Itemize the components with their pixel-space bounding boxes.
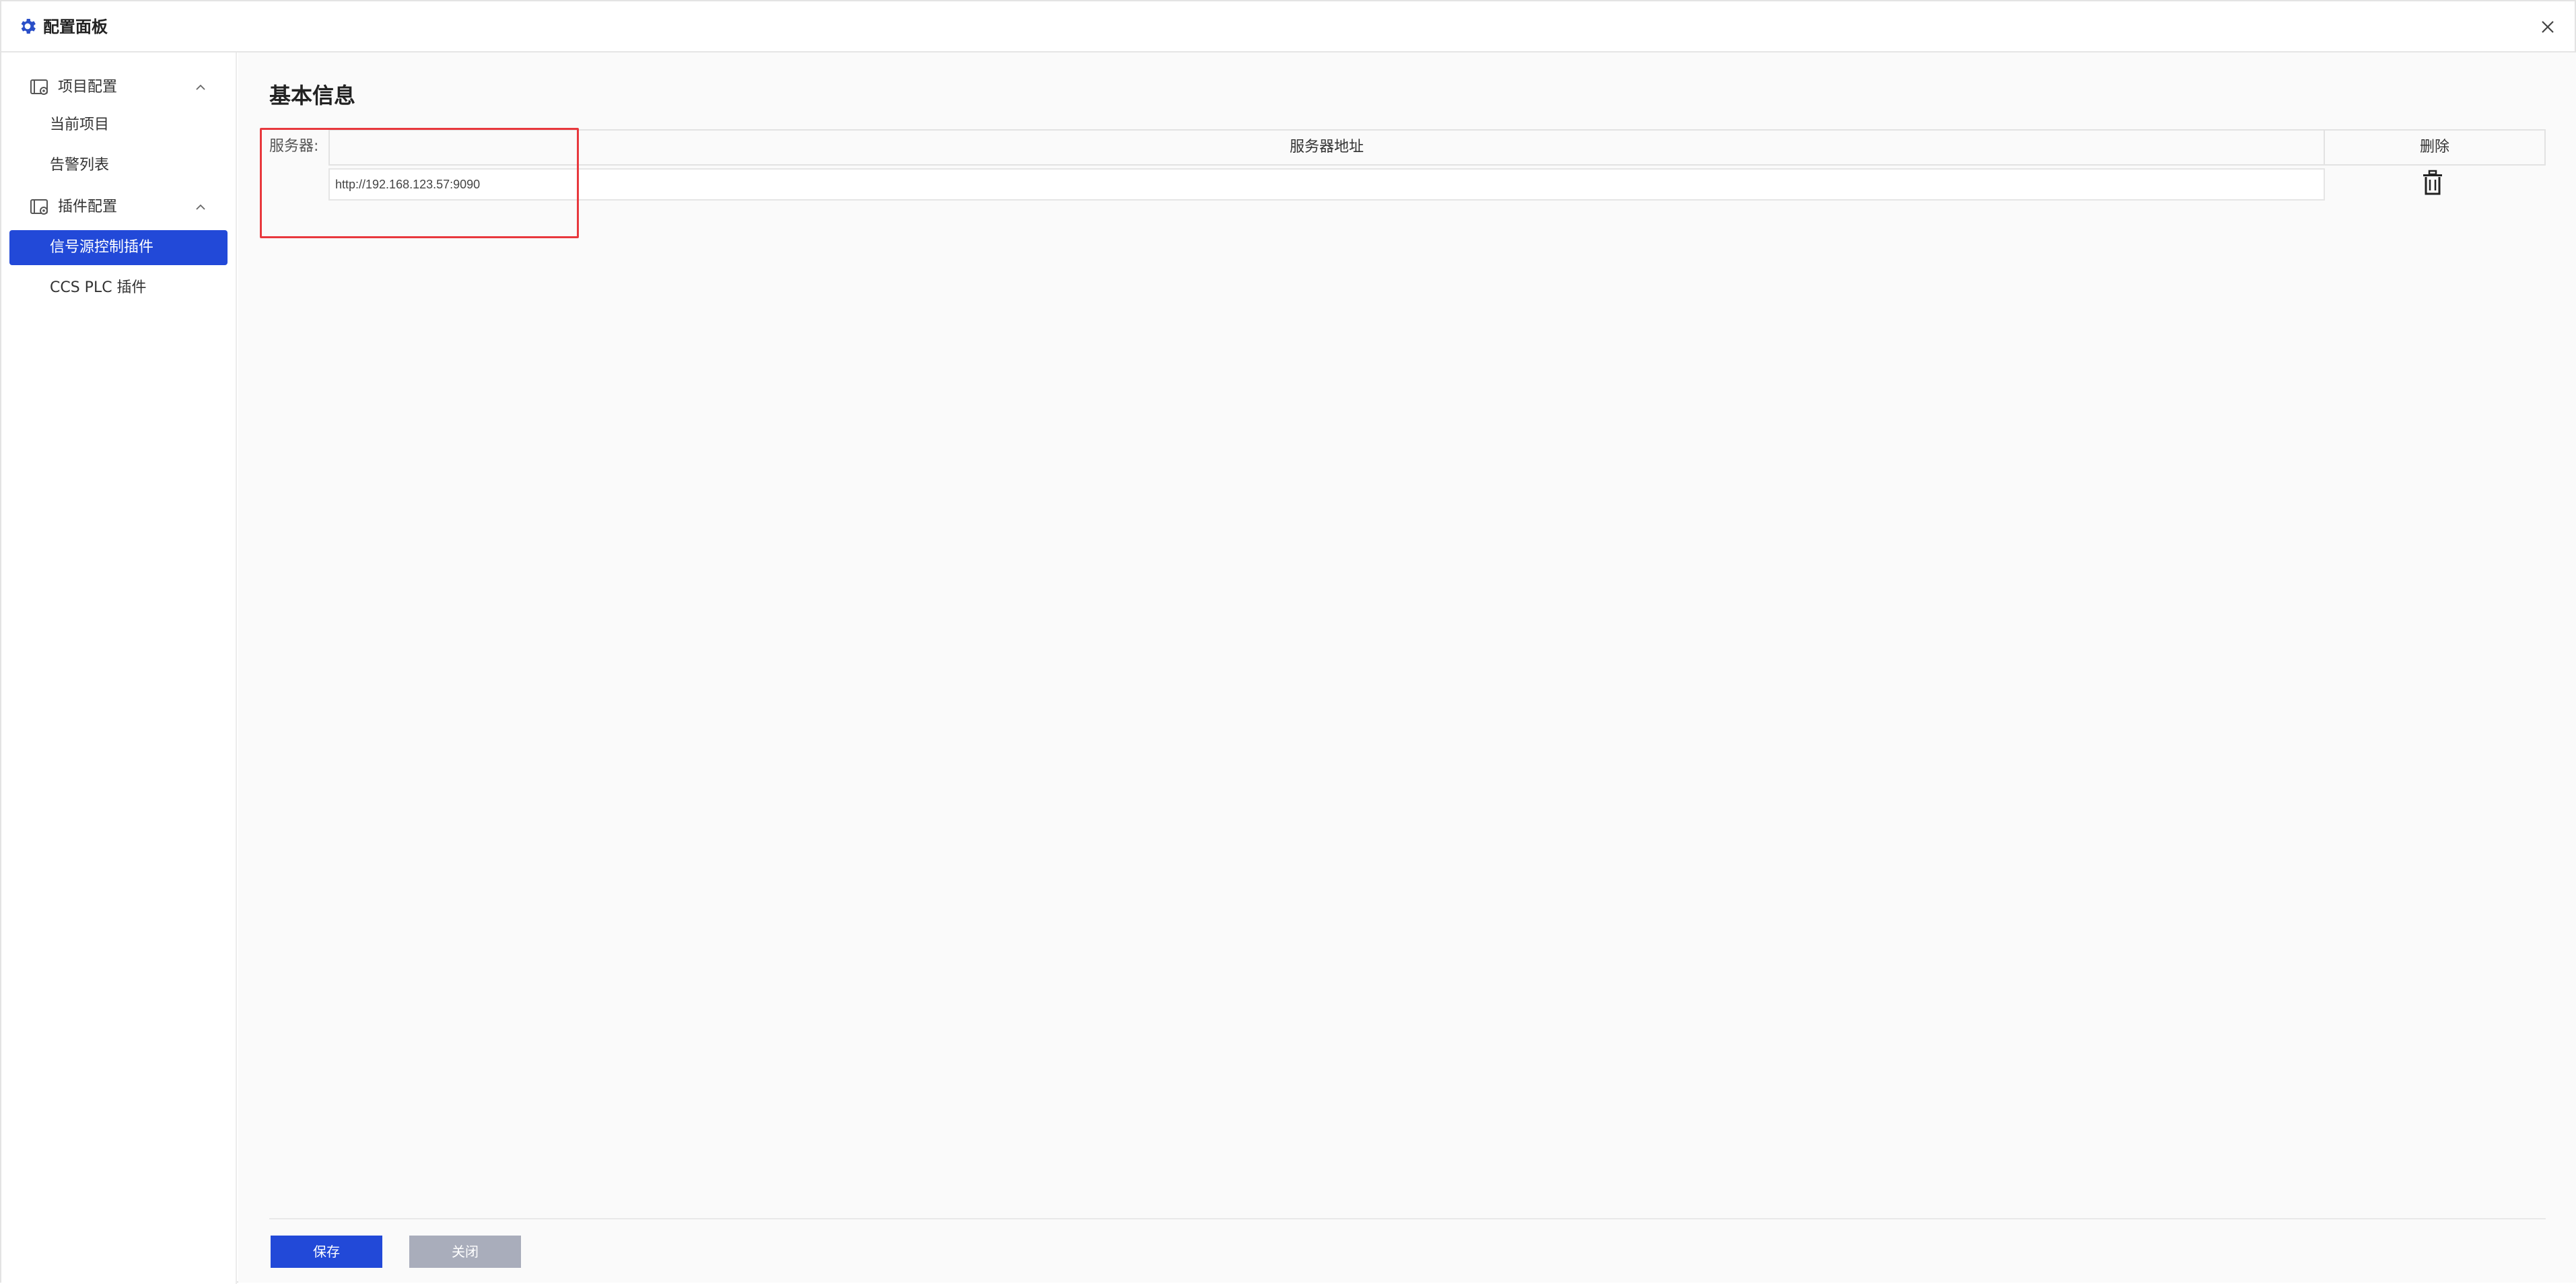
sidebar-group-plugin-config[interactable]: 插件配置 [1, 188, 237, 226]
save-button[interactable]: 保存 [271, 1236, 382, 1268]
column-header-server-address: 服务器地址 [330, 131, 2325, 164]
main-content: 基本信息 服务器: 服务器地址 删除 保存 关闭 [238, 52, 2576, 1283]
settings-window-icon [30, 199, 48, 215]
sidebar-item-ccs-plc-plugin[interactable]: CCS PLC 插件 [9, 271, 228, 306]
server-table-header: 服务器地址 删除 [328, 129, 2546, 166]
chevron-up-icon [196, 204, 205, 210]
column-header-delete: 删除 [2419, 139, 2449, 155]
sidebar: 项目配置 当前项目 告警列表 插件配置 信号源控制插件 CCS PLC 插件 [1, 52, 237, 1284]
sidebar-item-alarm-list[interactable]: 告警列表 [9, 148, 228, 183]
close-window-button[interactable] [2536, 15, 2560, 39]
sidebar-group-label: 插件配置 [58, 199, 118, 215]
sidebar-group-label: 项目配置 [58, 79, 118, 96]
server-address-input[interactable] [328, 168, 2325, 201]
settings-window-icon [30, 79, 48, 95]
server-label: 服务器: [269, 138, 319, 155]
gear-icon [21, 19, 36, 34]
section-title: 基本信息 [269, 83, 356, 108]
window-title: 配置面板 [43, 17, 108, 36]
sidebar-group-project-config[interactable]: 项目配置 [1, 69, 237, 106]
trash-icon[interactable] [2421, 170, 2445, 197]
chevron-up-icon [196, 84, 205, 90]
close-icon [2542, 21, 2554, 33]
footer-divider [269, 1218, 2546, 1219]
title-bar: 配置面板 [1, 1, 2575, 52]
config-panel-window: 配置面板 项目配置 当前项目 告警列表 插件配置 信号源控制插件 CCS PLC… [0, 0, 2576, 1284]
close-button[interactable]: 关闭 [409, 1236, 521, 1268]
sidebar-item-signal-source-plugin[interactable]: 信号源控制插件 [9, 230, 228, 265]
sidebar-item-current-project[interactable]: 当前项目 [9, 108, 228, 143]
